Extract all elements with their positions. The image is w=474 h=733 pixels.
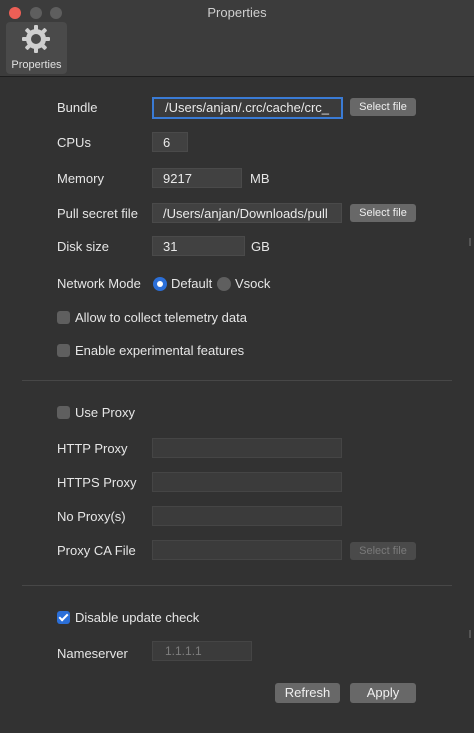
- disk-size-label: Disk size: [57, 239, 110, 254]
- pull-secret-label: Pull secret file: [57, 206, 138, 221]
- no-proxy-label: No Proxy(s): [57, 509, 126, 524]
- disable-update-checkbox[interactable]: [57, 611, 70, 624]
- pull-secret-field[interactable]: /Users/anjan/Downloads/pull: [152, 203, 342, 223]
- proxy-ca-select-file-button[interactable]: Select file: [350, 542, 416, 560]
- http-proxy-label: HTTP Proxy: [57, 441, 128, 456]
- experimental-checkbox[interactable]: [57, 344, 70, 357]
- section-divider: [22, 380, 452, 381]
- nameserver-field[interactable]: 1.1.1.1: [152, 641, 252, 661]
- http-proxy-field[interactable]: [152, 438, 342, 458]
- network-mode-vsock-label: Vsock: [235, 276, 271, 291]
- network-mode-default-label: Default: [171, 276, 213, 291]
- disk-size-field[interactable]: 31: [152, 236, 245, 256]
- bundle-select-file-button[interactable]: Select file: [350, 98, 416, 116]
- scroll-tick: [469, 238, 471, 246]
- https-proxy-field[interactable]: [152, 472, 342, 492]
- disk-size-unit: GB: [251, 239, 270, 254]
- memory-label: Memory: [57, 171, 104, 186]
- apply-button[interactable]: Apply: [350, 683, 416, 703]
- refresh-button[interactable]: Refresh: [275, 683, 340, 703]
- cpus-field[interactable]: 6: [152, 132, 188, 152]
- use-proxy-checkbox[interactable]: [57, 406, 70, 419]
- properties-window: Properties Properties Bundle /Users/anja…: [0, 0, 474, 733]
- network-mode-default-radio[interactable]: [153, 277, 167, 291]
- experimental-label: Enable experimental features: [75, 343, 245, 358]
- nameserver-label: Nameserver: [57, 646, 128, 661]
- memory-unit: MB: [250, 171, 270, 186]
- proxy-ca-file-field[interactable]: [152, 540, 342, 560]
- gear-icon: [22, 25, 50, 53]
- disable-update-label: Disable update check: [75, 610, 200, 625]
- cpus-label: CPUs: [57, 135, 91, 150]
- telemetry-checkbox[interactable]: [57, 311, 70, 324]
- title-bar: Properties Properties: [0, 0, 474, 77]
- no-proxy-field[interactable]: [152, 506, 342, 526]
- bundle-field[interactable]: /Users/anjan/.crc/cache/crc_: [152, 97, 343, 119]
- window-title: Properties: [207, 5, 267, 20]
- section-divider-2: [22, 585, 452, 586]
- network-mode-vsock-radio[interactable]: [217, 277, 231, 291]
- tab-properties[interactable]: Properties: [6, 22, 67, 74]
- proxy-ca-file-label: Proxy CA File: [57, 543, 136, 558]
- network-mode-label: Network Mode: [57, 276, 141, 291]
- use-proxy-label: Use Proxy: [75, 405, 135, 420]
- telemetry-label: Allow to collect telemetry data: [75, 310, 247, 325]
- scroll-tick: [469, 630, 471, 638]
- pull-secret-select-file-button[interactable]: Select file: [350, 204, 416, 222]
- memory-field[interactable]: 9217: [152, 168, 242, 188]
- tab-properties-label: Properties: [11, 59, 62, 71]
- bundle-label: Bundle: [57, 100, 98, 115]
- https-proxy-label: HTTPS Proxy: [57, 475, 137, 490]
